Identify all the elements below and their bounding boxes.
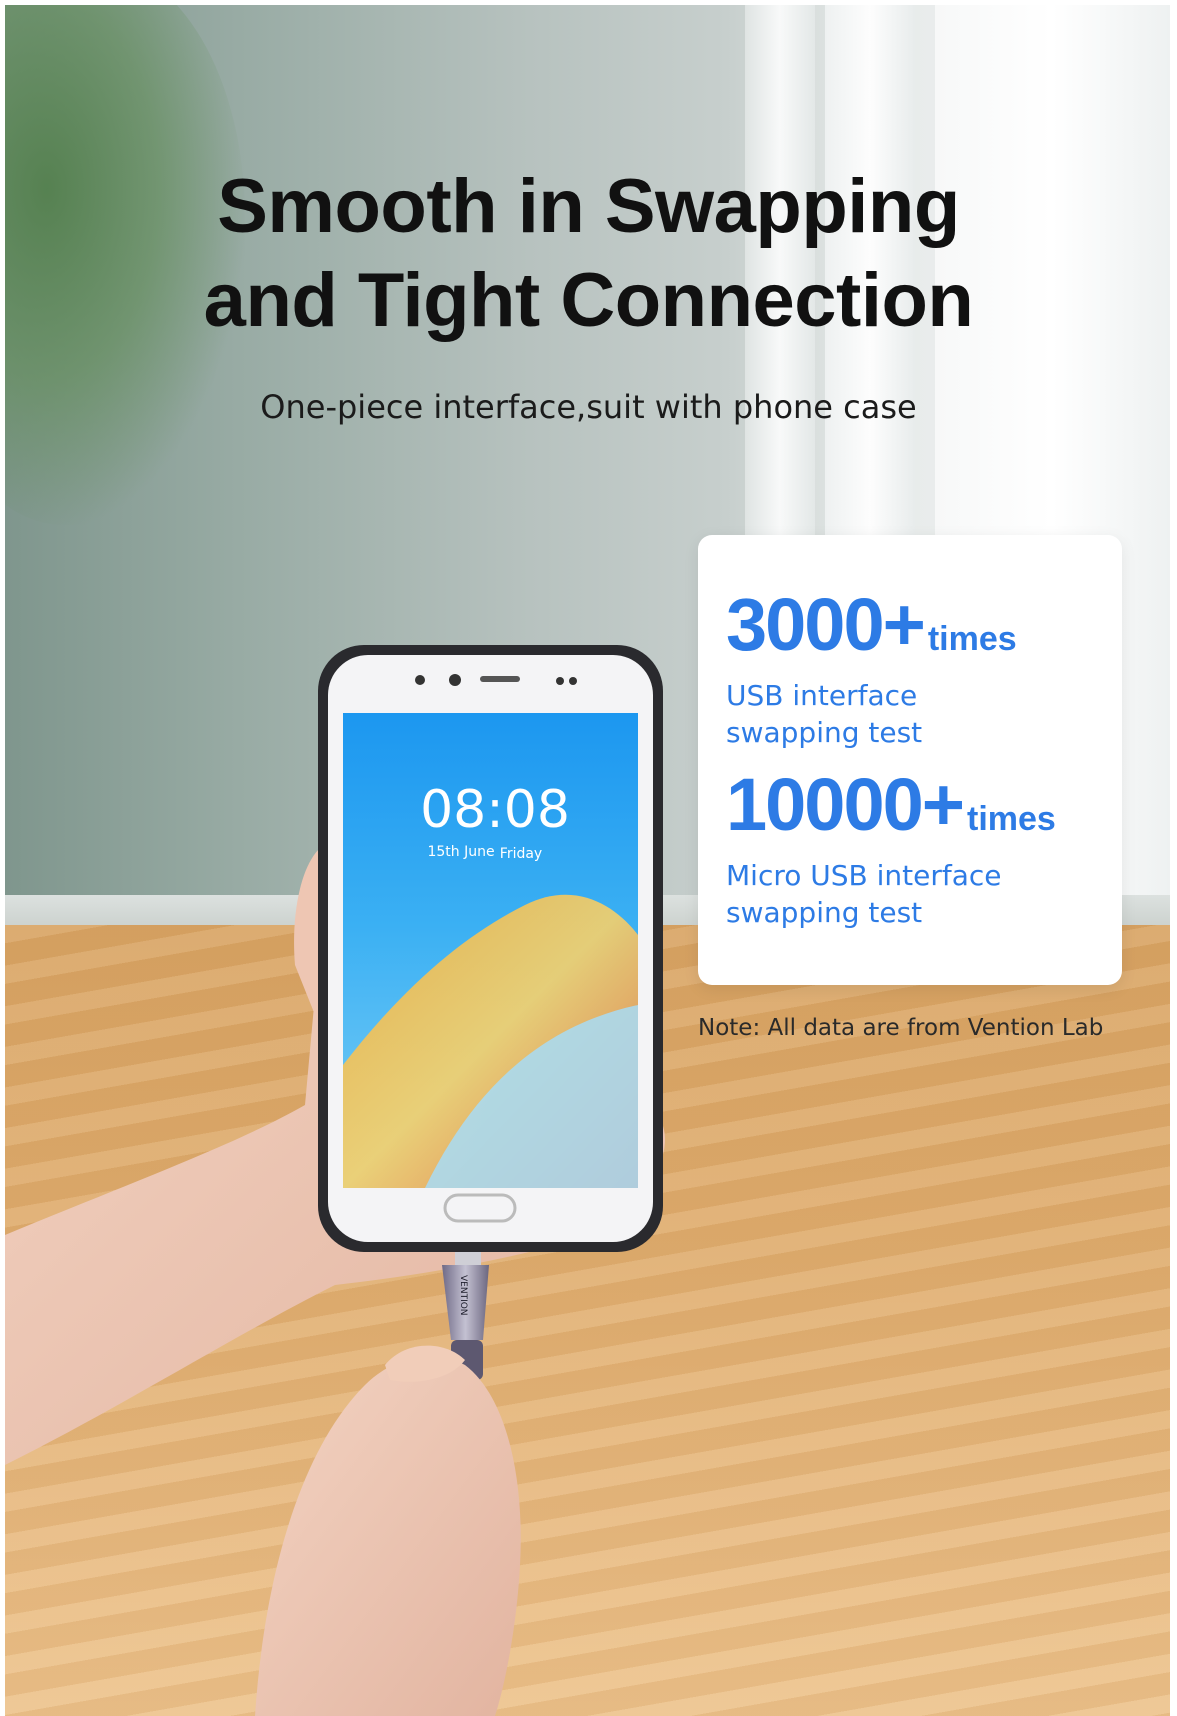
phone-date: 15th June — [427, 844, 494, 860]
phone-clock: 08:08 — [420, 780, 570, 840]
headline: Smooth in Swapping and Tight Connection — [0, 160, 1177, 348]
stat-micro-usb-description-line-1: Micro USB interface — [726, 859, 1002, 892]
stat-usb-figure: 3000+ times — [726, 582, 1017, 667]
product-banner: 08:08 15th June Friday VENTION Smooth in… — [0, 0, 1177, 1716]
pinching-hand — [255, 1345, 521, 1716]
stat-micro-usb-description: Micro USB interface swapping test — [726, 857, 1056, 931]
stat-usb-description-line-1: USB interface — [726, 679, 918, 712]
stat-usb-description-line-2: swapping test — [726, 716, 923, 749]
smartphone: 08:08 15th June Friday — [318, 645, 663, 1252]
headline-line-2: and Tight Connection — [203, 258, 974, 343]
stat-micro-usb-description-line-2: swapping test — [726, 896, 923, 929]
stat-usb-unit: times — [927, 620, 1017, 658]
stat-usb: 3000+ times USB interface swapping test — [726, 582, 1017, 751]
stat-micro-usb-figure: 10000+ times — [726, 762, 1056, 847]
stat-micro-usb-unit: times — [967, 800, 1056, 838]
data-source-note: Note: All data are from Vention Lab — [698, 1015, 1104, 1041]
headline-line-1: Smooth in Swapping — [217, 164, 960, 249]
stat-micro-usb: 10000+ times Micro USB interface swapping… — [726, 762, 1056, 931]
stat-micro-usb-value: 10000+ — [726, 763, 965, 846]
stats-card: 3000+ times USB interface swapping test 1… — [698, 535, 1122, 985]
stat-usb-value: 3000+ — [726, 583, 926, 666]
stat-usb-description: USB interface swapping test — [726, 677, 1017, 751]
cable-brand-label: VENTION — [458, 1275, 468, 1316]
phone-day: Friday — [500, 846, 542, 862]
subheadline: One-piece interface,suit with phone case — [260, 388, 917, 426]
